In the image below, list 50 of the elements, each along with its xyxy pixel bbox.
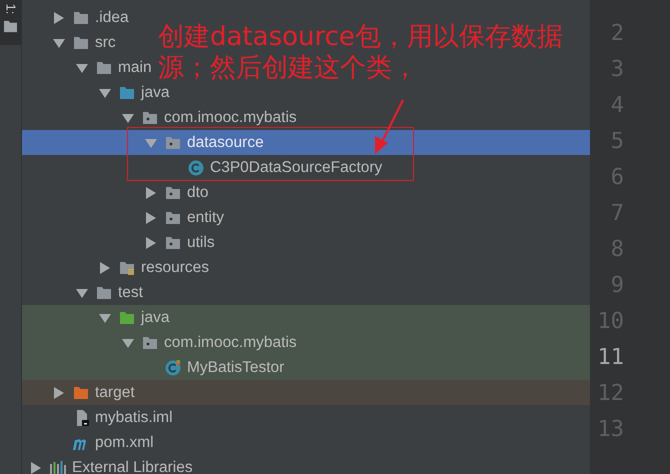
folder-icon (95, 60, 113, 76)
triangle-right-icon[interactable] (30, 462, 42, 474)
triangle-right-icon[interactable] (53, 12, 65, 24)
tree-item[interactable]: com.imooc.mybatis (122, 105, 297, 130)
folder-icon (3, 20, 18, 33)
triangle-down-icon[interactable] (122, 112, 134, 124)
tree-item[interactable]: External Libraries (30, 455, 193, 474)
tree-item[interactable]: src (53, 30, 116, 55)
triangle-down-icon[interactable] (76, 286, 88, 298)
tree-item[interactable]: mybatis.iml (53, 405, 173, 430)
folder-icon (118, 84, 136, 100)
folder-icon (72, 34, 90, 50)
triangle-right-icon[interactable] (99, 262, 111, 274)
triangle-down-icon[interactable] (122, 336, 134, 348)
tree-item[interactable]: target (53, 380, 135, 405)
tree-item[interactable]: resources (99, 255, 210, 280)
folder-icon (118, 310, 136, 326)
triangle-down-icon[interactable] (99, 312, 111, 324)
line-number: 11 (596, 344, 624, 372)
tree-item[interactable]: entity (145, 205, 224, 230)
package-icon (141, 334, 159, 350)
tree-item[interactable]: main (76, 55, 152, 80)
package-icon (164, 184, 182, 200)
class-icon (187, 160, 205, 176)
library-icon (49, 460, 67, 474)
annotation-arrow (375, 100, 404, 154)
tree-item[interactable]: pom.xml (53, 430, 154, 455)
triangle-right-icon[interactable] (53, 386, 65, 398)
folder-icon (72, 384, 90, 400)
package-icon (164, 234, 182, 250)
tree-item[interactable]: .idea (53, 5, 129, 30)
package-icon (164, 134, 182, 150)
package-icon (164, 210, 182, 226)
tree-item[interactable]: java (99, 305, 170, 330)
folder-icon (118, 260, 136, 276)
triangle-down-icon[interactable] (76, 62, 88, 74)
triangle-down-icon[interactable] (99, 86, 111, 98)
triangle-right-icon[interactable] (145, 186, 157, 198)
tree-item[interactable]: test (76, 280, 143, 305)
folder-icon (72, 10, 90, 26)
class-icon (164, 360, 182, 376)
tree-item[interactable]: utils (145, 230, 215, 255)
triangle-right-icon[interactable] (145, 212, 157, 224)
triangle-down-icon[interactable] (53, 36, 65, 48)
triangle-right-icon[interactable] (145, 236, 157, 248)
tree-item[interactable]: C3P0DataSourceFactory (168, 155, 382, 180)
package-icon (141, 110, 159, 126)
tree-item[interactable]: dto (145, 180, 209, 205)
project-tool-button[interactable]: 1: (0, 0, 21, 45)
folder-icon (95, 284, 113, 300)
